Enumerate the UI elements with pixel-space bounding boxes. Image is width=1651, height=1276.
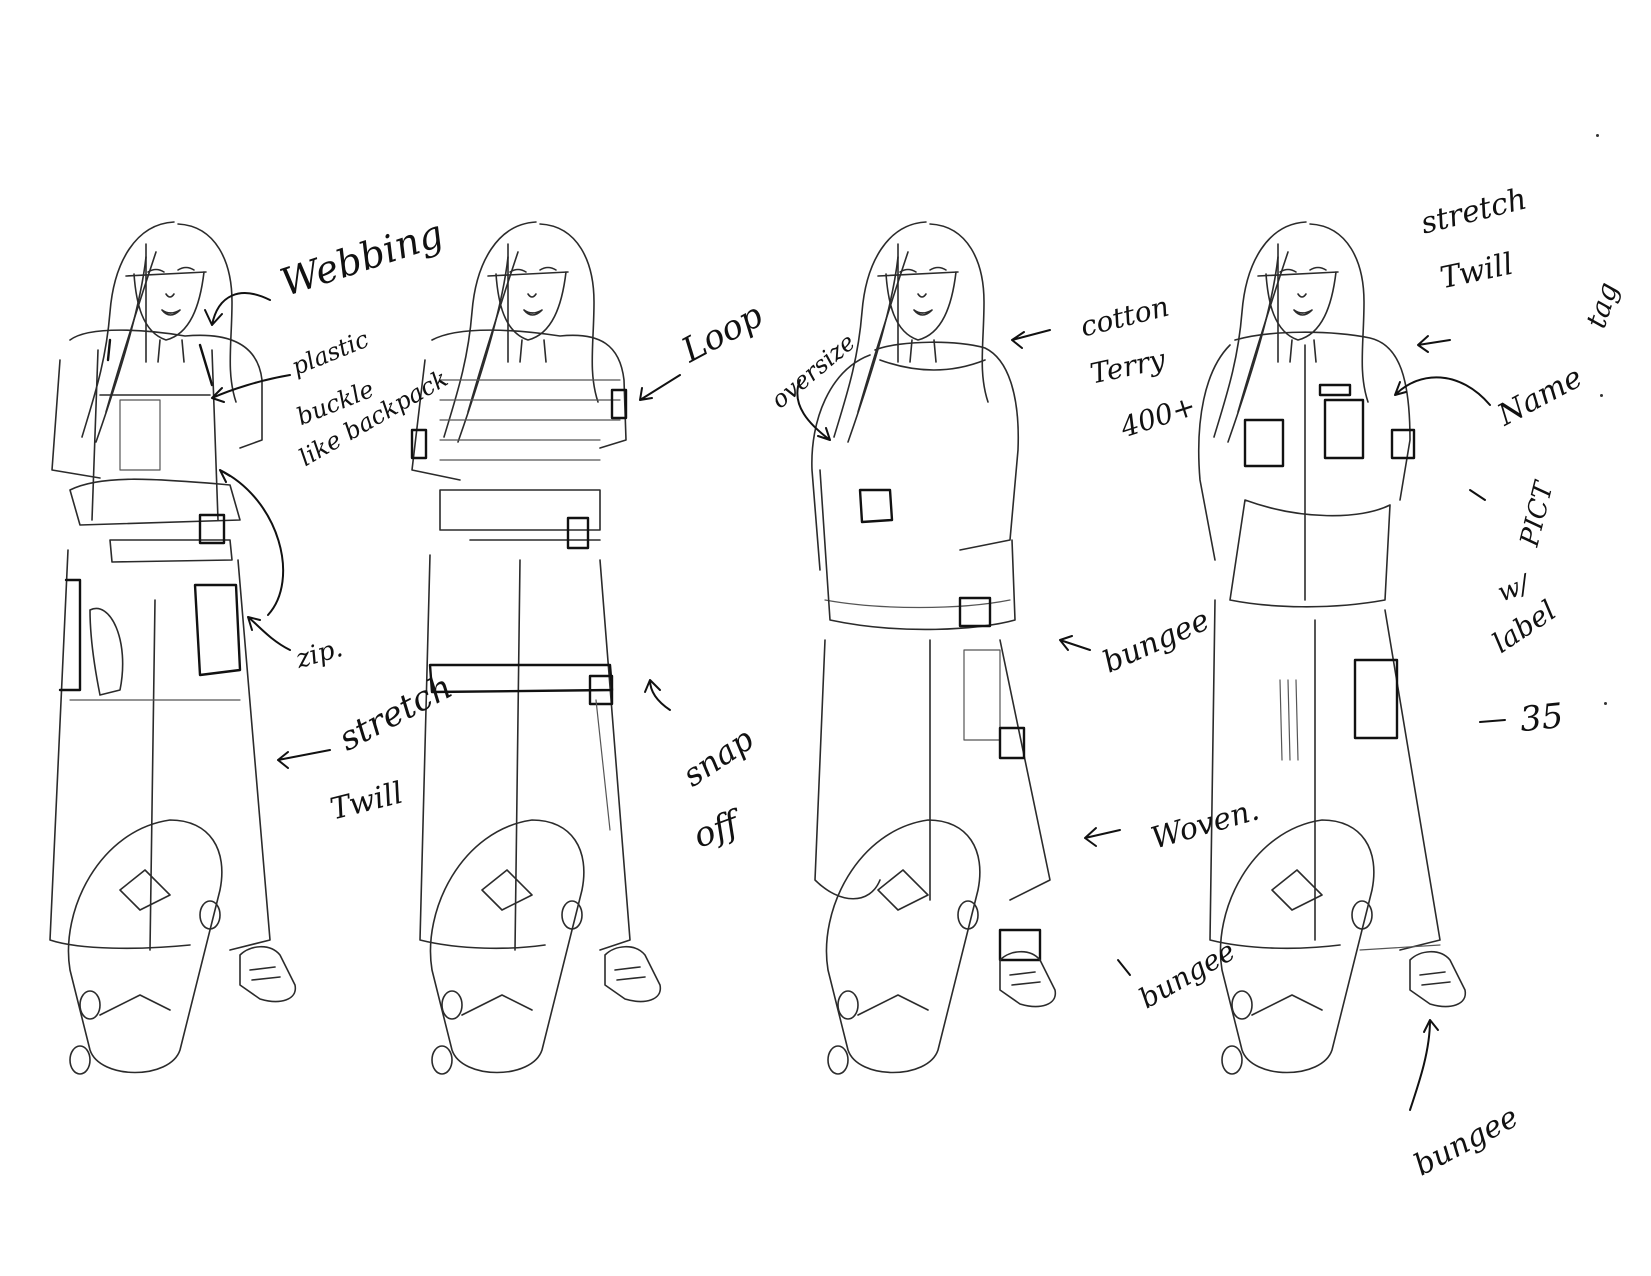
stray-dot <box>1600 394 1603 397</box>
sketch-sheet <box>49 221 1506 1111</box>
stray-dot <box>1604 702 1607 705</box>
stray-dot <box>1596 134 1599 137</box>
look-1-figure <box>49 221 297 1075</box>
note-35: 35 <box>1517 695 1566 741</box>
look-2-figure <box>410 221 662 1075</box>
